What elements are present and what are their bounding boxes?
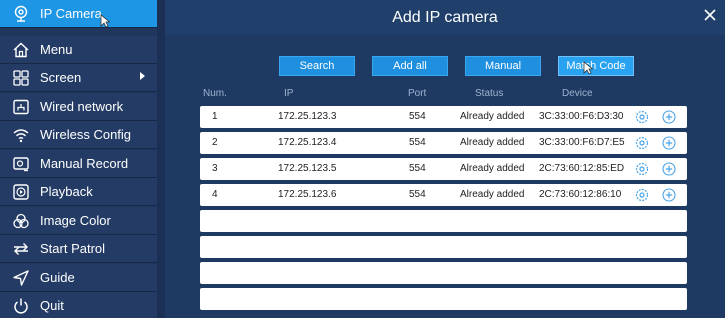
sidebar-item-ip-camera[interactable]: IP Camera <box>0 0 157 28</box>
table-row[interactable]: 2 172.25.123.4 554 Already added 3C:33:0… <box>200 132 687 154</box>
camera-icon <box>10 3 32 25</box>
settings-gear-icon[interactable] <box>635 136 649 150</box>
row-port: 554 <box>409 111 426 122</box>
sidebar-item-image-color[interactable]: Image Color <box>0 207 157 235</box>
sidebar-item-label: Image Color <box>40 213 111 228</box>
row-port: 554 <box>409 189 426 200</box>
empty-table-row <box>200 288 687 310</box>
grid-icon <box>10 67 32 89</box>
screen: IP Camera Menu Screen Wired network Wire… <box>0 0 725 318</box>
color-icon <box>10 210 32 232</box>
row-num: 4 <box>212 189 218 200</box>
close-icon <box>704 9 716 21</box>
sidebar-item-wireless-config[interactable]: Wireless Config <box>0 121 157 149</box>
row-device: 3C:33:00:F6:D3:30 <box>539 111 624 122</box>
row-ip: 172.25.123.5 <box>278 163 337 174</box>
match-code-button[interactable]: Match Code <box>558 56 634 76</box>
empty-table-row <box>200 210 687 232</box>
row-ip: 172.25.123.3 <box>278 111 337 122</box>
sidebar-item-label: Screen <box>40 70 82 85</box>
submenu-arrow-icon <box>140 72 145 80</box>
row-ip: 172.25.123.6 <box>278 189 337 200</box>
add-plus-icon[interactable] <box>662 188 676 202</box>
column-header-device: Device <box>562 88 593 99</box>
sidebar-item-wired-network[interactable]: Wired network <box>0 93 157 121</box>
sidebar-item-label: Playback <box>40 184 93 199</box>
row-port: 554 <box>409 163 426 174</box>
sidebar-item-label: Guide <box>40 270 75 285</box>
sidebar-item-label: Wired network <box>40 99 124 114</box>
column-header-ip: IP <box>284 88 294 99</box>
sidebar-item-label: Manual Record <box>40 156 129 171</box>
guide-icon <box>10 267 32 289</box>
row-device: 3C:33:00:F6:D7:E5 <box>539 137 625 148</box>
row-device: 2C:73:60:12:85:ED <box>539 163 625 174</box>
wifi-icon <box>10 124 32 146</box>
row-num: 1 <box>212 111 218 122</box>
manual-button[interactable]: Manual <box>465 56 541 76</box>
patrol-icon <box>10 238 32 260</box>
row-status: Already added <box>460 111 525 122</box>
column-header-status: Status <box>475 88 504 99</box>
power-icon <box>10 295 32 317</box>
add-plus-icon[interactable] <box>662 162 676 176</box>
row-status: Already added <box>460 189 525 200</box>
table-row[interactable]: 3 172.25.123.5 554 Already added 2C:73:6… <box>200 158 687 180</box>
table-row[interactable]: 1 172.25.123.3 554 Already added 3C:33:0… <box>200 106 687 128</box>
sidebar-item-guide[interactable]: Guide <box>0 264 157 292</box>
settings-gear-icon[interactable] <box>635 110 649 124</box>
row-port: 554 <box>409 137 426 148</box>
table-row[interactable]: 4 172.25.123.6 554 Already added 2C:73:6… <box>200 184 687 206</box>
row-status: Already added <box>460 137 525 148</box>
sidebar-menu: IP Camera Menu Screen Wired network Wire… <box>0 0 157 318</box>
sidebar-item-menu[interactable]: Menu <box>0 36 157 64</box>
add-all-button[interactable]: Add all <box>372 56 448 76</box>
sidebar-item-quit[interactable]: Quit <box>0 292 157 318</box>
settings-gear-icon[interactable] <box>635 162 649 176</box>
column-header-port: Port <box>408 88 427 99</box>
sidebar-item-label: Wireless Config <box>40 127 132 142</box>
close-button[interactable] <box>702 7 718 23</box>
sidebar-item-label: IP Camera <box>40 6 102 21</box>
add-ip-camera-dialog: Add IP camera Search Add all Manual Matc… <box>165 0 725 318</box>
row-ip: 172.25.123.4 <box>278 137 337 148</box>
sidebar-item-start-patrol[interactable]: Start Patrol <box>0 235 157 263</box>
row-status: Already added <box>460 163 525 174</box>
row-num: 2 <box>212 137 218 148</box>
dialog-title: Add IP camera <box>392 9 498 26</box>
row-device: 2C:73:60:12:86:10 <box>539 189 622 200</box>
home-icon <box>10 39 32 61</box>
sidebar-item-label: Start Patrol <box>40 241 106 256</box>
sidebar-item-playback[interactable]: Playback <box>0 178 157 206</box>
monitor-icon <box>10 96 32 118</box>
add-plus-icon[interactable] <box>662 110 676 124</box>
empty-table-row <box>200 236 687 258</box>
sidebar-item-label: Menu <box>40 42 73 57</box>
add-plus-icon[interactable] <box>662 136 676 150</box>
search-button[interactable]: Search <box>279 56 355 76</box>
settings-gear-icon[interactable] <box>635 188 649 202</box>
sidebar-item-screen[interactable]: Screen <box>0 64 157 92</box>
record-icon <box>10 153 32 175</box>
column-header-num: Num. <box>203 88 227 99</box>
sidebar-item-manual-record[interactable]: Manual Record <box>0 150 157 178</box>
sidebar-item-label: Quit <box>40 298 64 313</box>
empty-table-row <box>200 262 687 284</box>
row-num: 3 <box>212 163 218 174</box>
playback-icon <box>10 181 32 203</box>
